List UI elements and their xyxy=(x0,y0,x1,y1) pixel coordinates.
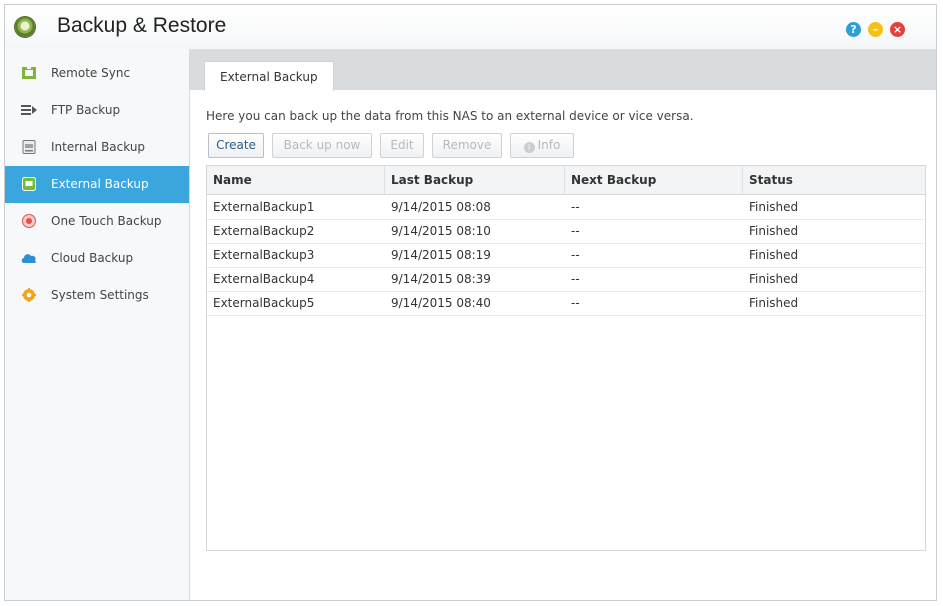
sidebar-item-one-touch-backup[interactable]: One Touch Backup xyxy=(5,203,189,240)
cell-status: Finished xyxy=(749,272,799,286)
column-header-last-backup[interactable]: Last Backup xyxy=(385,166,565,194)
tab-strip: External Backup xyxy=(190,49,936,91)
help-button[interactable]: ? xyxy=(846,22,861,37)
cell-name: ExternalBackup3 xyxy=(213,248,315,262)
sidebar-item-label: External Backup xyxy=(51,177,149,191)
sidebar-item-internal-backup[interactable]: Internal Backup xyxy=(5,129,189,166)
info-icon: i xyxy=(523,142,535,153)
edit-button[interactable]: Edit xyxy=(380,133,424,158)
back-up-now-button[interactable]: Back up now xyxy=(272,133,372,158)
sidebar-item-cloud-backup[interactable]: Cloud Backup xyxy=(5,240,189,277)
cell-name: ExternalBackup1 xyxy=(213,200,315,214)
remote-sync-icon xyxy=(22,66,36,79)
cell-last-backup: 9/14/2015 08:40 xyxy=(391,296,491,310)
page-description: Here you can back up the data from this … xyxy=(206,109,694,123)
sidebar-item-label: FTP Backup xyxy=(51,103,121,117)
cell-name: ExternalBackup2 xyxy=(213,224,315,238)
sidebar-item-label: Cloud Backup xyxy=(51,251,134,265)
table-row[interactable]: ExternalBackup2 9/14/2015 08:10 -- Finis… xyxy=(207,219,925,244)
table-row[interactable]: ExternalBackup1 9/14/2015 08:08 -- Finis… xyxy=(207,195,925,220)
sidebar-item-label: Remote Sync xyxy=(51,66,131,80)
sidebar-item-label: Internal Backup xyxy=(51,140,146,154)
minimize-button[interactable]: – xyxy=(868,22,883,37)
cell-last-backup: 9/14/2015 08:08 xyxy=(391,200,491,214)
cell-name: ExternalBackup4 xyxy=(213,272,315,286)
cell-status: Finished xyxy=(749,296,799,310)
backup-restore-window: Backup & Restore ? – × Remote Sync FTP B… xyxy=(4,4,937,601)
cell-last-backup: 9/14/2015 08:39 xyxy=(391,272,491,286)
info-button[interactable]: i Info xyxy=(510,133,574,158)
backup-jobs-table: Name Last Backup Next Backup Status Exte… xyxy=(206,165,926,551)
one-touch-backup-icon xyxy=(22,214,36,228)
internal-backup-icon xyxy=(22,140,36,154)
cell-name: ExternalBackup5 xyxy=(213,296,315,310)
cloud-icon xyxy=(21,254,36,263)
table-header: Name Last Backup Next Backup Status xyxy=(207,166,925,195)
backup-restore-app-icon xyxy=(15,17,35,37)
cell-status: Finished xyxy=(749,224,799,238)
cell-last-backup: 9/14/2015 08:19 xyxy=(391,248,491,262)
column-header-name[interactable]: Name xyxy=(207,166,385,194)
gear-icon xyxy=(22,288,36,302)
column-header-next-backup[interactable]: Next Backup xyxy=(565,166,743,194)
remove-button[interactable]: Remove xyxy=(432,133,502,158)
info-button-label: Info xyxy=(537,138,561,152)
cell-status: Finished xyxy=(749,248,799,262)
table-row[interactable]: ExternalBackup4 9/14/2015 08:39 -- Finis… xyxy=(207,267,925,292)
external-backup-icon xyxy=(22,177,36,191)
sidebar-item-label: One Touch Backup xyxy=(51,214,162,228)
sidebar-item-system-settings[interactable]: System Settings xyxy=(5,277,189,314)
tab-external-backup[interactable]: External Backup xyxy=(204,61,334,91)
sidebar-item-remote-sync[interactable]: Remote Sync xyxy=(5,55,189,92)
cell-next-backup: -- xyxy=(571,248,580,262)
cell-next-backup: -- xyxy=(571,272,580,286)
cell-next-backup: -- xyxy=(571,296,580,310)
table-row[interactable]: ExternalBackup3 9/14/2015 08:19 -- Finis… xyxy=(207,243,925,268)
sidebar-item-label: System Settings xyxy=(51,288,149,302)
create-button[interactable]: Create xyxy=(208,133,264,158)
cell-status: Finished xyxy=(749,200,799,214)
sidebar: Remote Sync FTP Backup Internal Backup E… xyxy=(5,49,190,600)
ftp-backup-icon xyxy=(21,105,37,115)
column-header-status[interactable]: Status xyxy=(743,166,925,194)
cell-next-backup: -- xyxy=(571,200,580,214)
table-row[interactable]: ExternalBackup5 9/14/2015 08:40 -- Finis… xyxy=(207,291,925,316)
cell-last-backup: 9/14/2015 08:10 xyxy=(391,224,491,238)
title-bar: Backup & Restore ? – × xyxy=(5,5,936,50)
sidebar-item-ftp-backup[interactable]: FTP Backup xyxy=(5,92,189,129)
sidebar-item-external-backup[interactable]: External Backup xyxy=(5,166,189,203)
main-panel: External Backup Here you can back up the… xyxy=(190,49,936,600)
window-title: Backup & Restore xyxy=(57,14,227,37)
cell-next-backup: -- xyxy=(571,224,580,238)
close-button[interactable]: × xyxy=(890,22,905,37)
